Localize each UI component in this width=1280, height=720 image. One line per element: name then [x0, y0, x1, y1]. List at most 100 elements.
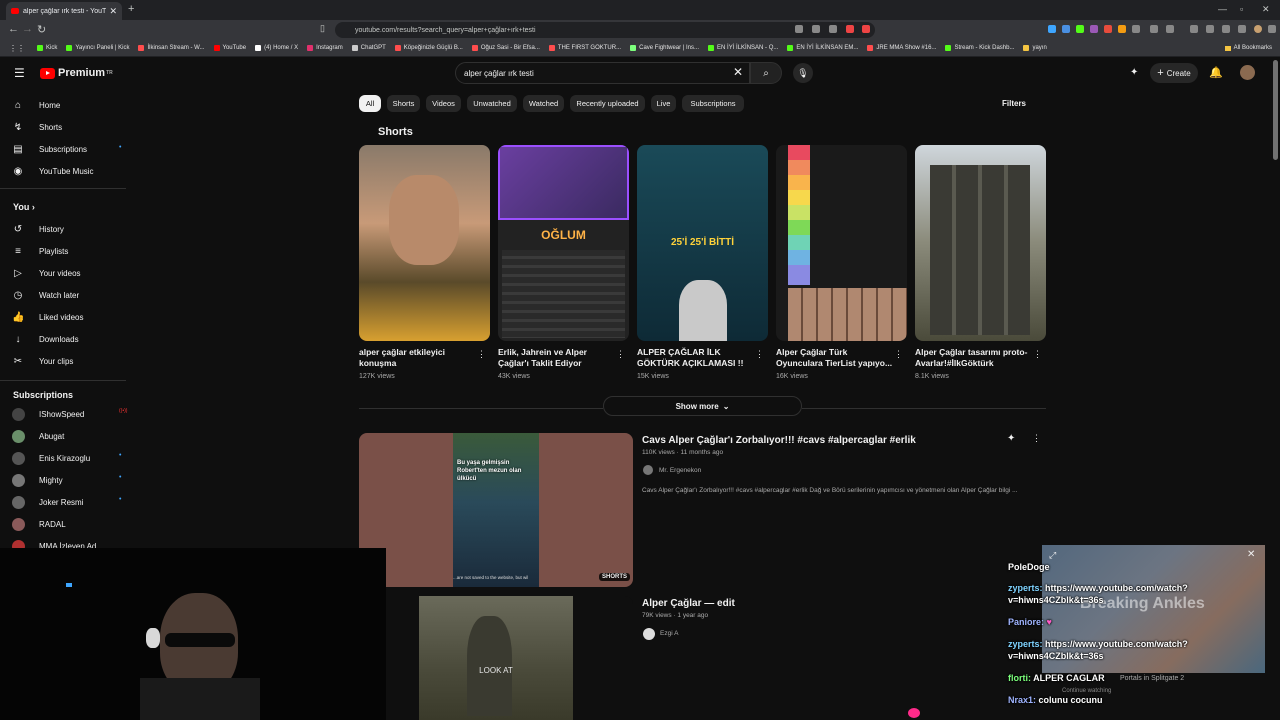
sidebar-item-subscriptions[interactable]: ▤ Subscriptions •: [12, 144, 121, 155]
browser-tab[interactable]: alper çağlar ırk testi - YouTube ✕: [6, 2, 122, 20]
sidebar-item-downloads[interactable]: ↓ Downloads: [12, 334, 79, 345]
subscription-item[interactable]: Joker Resmi •: [12, 496, 121, 509]
extension-icon[interactable]: [1222, 25, 1230, 33]
bookmark-item[interactable]: (4) Home / X: [255, 45, 298, 51]
bookmark-item[interactable]: THE FIRST GOKTUR...: [548, 45, 621, 51]
alert-icon[interactable]: [862, 25, 870, 33]
chip-subscriptions[interactable]: Subscriptions: [682, 95, 744, 112]
short-thumbnail[interactable]: OĞLUM: [498, 145, 629, 341]
maximize-icon[interactable]: ▫: [1240, 4, 1243, 14]
bookmark-item[interactable]: yayın: [1023, 45, 1047, 51]
subscription-item[interactable]: Mighty •: [12, 474, 121, 487]
more-options-icon[interactable]: ⋮: [477, 349, 486, 360]
more-options-icon[interactable]: ⋮: [616, 349, 625, 360]
short-thumbnail[interactable]: 25'İ 25'İ BİTTİ: [637, 145, 768, 341]
all-bookmarks[interactable]: All Bookmarks: [1224, 45, 1272, 51]
url-field[interactable]: youtube.com/results?search_query=alper+ç…: [335, 22, 875, 38]
chip-watched[interactable]: Watched: [523, 95, 564, 112]
video-thumbnail[interactable]: LOOK AT: [359, 596, 633, 720]
short-title[interactable]: Alper Çağlar Türk Oyunculara TierList ya…: [776, 347, 896, 369]
extension-icon[interactable]: [1048, 25, 1056, 33]
sidebar-you-header[interactable]: You ›: [13, 202, 35, 212]
sidebar-item-shorts[interactable]: ↯ Shorts: [12, 122, 62, 133]
chip-recently-uploaded[interactable]: Recently uploaded: [570, 95, 645, 112]
creator-tools-icon[interactable]: ✦: [1130, 67, 1138, 78]
account-avatar[interactable]: [1240, 65, 1255, 80]
channel-name[interactable]: Mr. Ergenekon: [659, 467, 701, 474]
extension-icon[interactable]: [1104, 25, 1112, 33]
page-scrollbar[interactable]: [1273, 60, 1278, 160]
extension-icon[interactable]: [1090, 25, 1098, 33]
miniplayer-expand-icon[interactable]: ⤢: [1049, 550, 1056, 561]
bookmark-item[interactable]: YouTube: [213, 45, 246, 51]
sidebar-item-playlists[interactable]: ≡ Playlists: [12, 246, 68, 257]
minimize-icon[interactable]: —: [1218, 4, 1227, 14]
extension-icon[interactable]: [1132, 25, 1140, 33]
more-options-icon[interactable]: ⋮: [894, 349, 903, 360]
subscription-item[interactable]: Abugat: [12, 430, 64, 443]
close-tab-icon[interactable]: ✕: [109, 6, 117, 17]
creator-tools-icon[interactable]: ✦: [1007, 433, 1015, 444]
shield-icon[interactable]: [846, 25, 854, 33]
short-thumbnail[interactable]: [776, 145, 907, 341]
subscription-item[interactable]: Enis Kirazoglu •: [12, 452, 121, 465]
apps-icon[interactable]: ⋮⋮: [9, 44, 25, 53]
back-icon[interactable]: ←: [8, 23, 19, 35]
extension-icon[interactable]: [1166, 25, 1174, 33]
voice-search-button[interactable]: 🎙: [793, 63, 813, 83]
short-title[interactable]: alper çağlar etkileyici konuşma: [359, 347, 479, 369]
bookmark-item[interactable]: Kick: [37, 45, 57, 51]
sidebar-item-home[interactable]: ⌂ Home: [12, 100, 60, 111]
bookmark-item[interactable]: Köpeğinizle Güçlü B...: [394, 45, 463, 51]
channel-avatar[interactable]: [643, 465, 653, 475]
video-title[interactable]: Alper Çağlar — edit: [642, 598, 735, 609]
search-input[interactable]: alper çağlar ırk testi: [455, 62, 750, 84]
filters-button[interactable]: Filters: [1002, 99, 1026, 108]
video-title[interactable]: Cavs Alper Çağlar'ı Zorbalıyor!!! #cavs …: [642, 435, 916, 446]
sidebar-item-history[interactable]: ↺ History: [12, 224, 64, 235]
sidebar-item-youtube-music[interactable]: ◉ YouTube Music: [12, 166, 94, 177]
subscription-item[interactable]: RADAL: [12, 518, 66, 531]
extension-icon[interactable]: [1150, 25, 1158, 33]
menu-icon[interactable]: [1268, 25, 1276, 33]
show-more-button[interactable]: Show more ⌄: [603, 396, 802, 416]
short-thumbnail[interactable]: [359, 145, 490, 341]
new-tab-icon[interactable]: +: [128, 3, 134, 15]
share-icon[interactable]: [829, 25, 837, 33]
sidebar-item-your-videos[interactable]: ▷ Your videos: [12, 268, 80, 279]
create-button[interactable]: + Create: [1150, 63, 1198, 83]
bookmark-item[interactable]: EN İYİ İLKİNSAN - Q...: [708, 45, 778, 51]
extension-icon[interactable]: [1062, 25, 1070, 33]
extension-icon[interactable]: [1118, 25, 1126, 33]
bookmark-item[interactable]: Stream - Kick Dashb...: [945, 45, 1014, 51]
bookmark-item[interactable]: Instagram: [307, 45, 343, 51]
short-title[interactable]: Alper Çağlar tasarımı proto-Avarlar!#İlk…: [915, 347, 1035, 369]
video-thumbnail[interactable]: Bu yaşa gelmişsin Robert'ten mezun olan …: [359, 433, 633, 587]
channel-avatar[interactable]: [643, 628, 655, 640]
bookmark-item[interactable]: ChatGPT: [351, 45, 386, 51]
reload-icon[interactable]: ↻: [37, 23, 46, 36]
bookmark-item[interactable]: JRE MMA Show #16...: [867, 45, 936, 51]
notifications-bell-icon[interactable]: 🔔: [1209, 66, 1223, 79]
sidebar-item-liked-videos[interactable]: 👍 Liked videos: [12, 312, 83, 323]
search-button[interactable]: ⌕: [750, 62, 782, 84]
bookmark-item[interactable]: Oğuz Sasi - Bir Efsa...: [471, 45, 540, 51]
short-title[interactable]: ALPER ÇAĞLAR İLK GÖKTÜRK AÇIKLAMASI !!: [637, 347, 757, 369]
channel-name[interactable]: Ezgi A: [660, 630, 678, 637]
bookmark-page-icon[interactable]: ▯: [320, 23, 325, 34]
chip-all[interactable]: All: [359, 95, 381, 112]
more-options-icon[interactable]: ⋮: [1033, 349, 1042, 360]
chip-live[interactable]: Live: [651, 95, 676, 112]
close-window-icon[interactable]: ✕: [1262, 4, 1270, 15]
extension-icon[interactable]: [795, 25, 803, 33]
extension-icon[interactable]: [1076, 25, 1084, 33]
close-icon[interactable]: ✕: [1247, 549, 1255, 560]
youtube-logo[interactable]: Premium TR: [40, 67, 113, 79]
chip-videos[interactable]: Videos: [426, 95, 461, 112]
extension-icon[interactable]: [1238, 25, 1246, 33]
hamburger-menu-icon[interactable]: ☰: [14, 66, 25, 80]
more-options-icon[interactable]: ⋮: [1032, 433, 1041, 444]
bookmark-item[interactable]: İlkinsan Stream - W...: [138, 45, 205, 51]
short-title[interactable]: Erlik, Jahrein ve Alper Çağlar'ı Taklit …: [498, 347, 618, 369]
chip-unwatched[interactable]: Unwatched: [467, 95, 517, 112]
